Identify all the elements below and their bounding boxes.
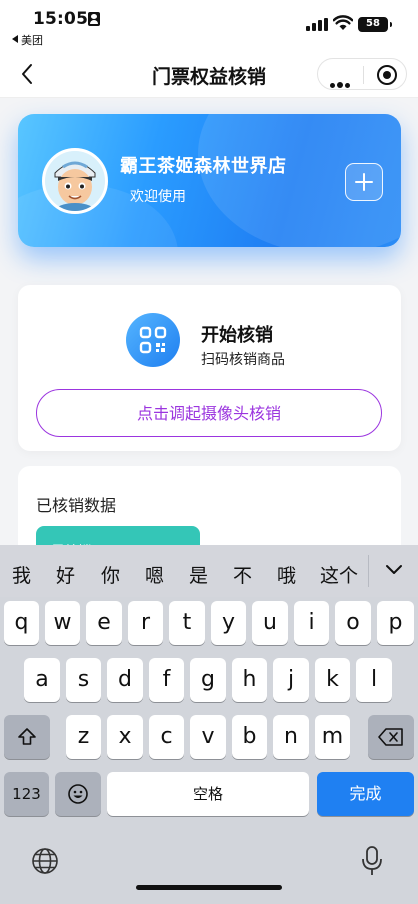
wifi-icon (333, 15, 353, 30)
emoji-icon (68, 784, 88, 804)
qr-code-icon[interactable] (126, 313, 180, 367)
key-y[interactable]: y (211, 601, 246, 645)
key-p[interactable]: p (377, 601, 414, 645)
more-options-icon[interactable] (330, 73, 352, 92)
avatar (42, 148, 108, 214)
back-triangle-icon (12, 35, 18, 43)
key-n[interactable]: n (273, 715, 309, 759)
store-name: 霸王茶姬森林世界店 (120, 156, 287, 177)
candidate-word[interactable]: 嗯 (145, 561, 164, 588)
home-indicator (136, 885, 282, 890)
scan-card: 开始核销 扫码核销商品 点击调起摄像头核销 (18, 285, 401, 451)
key-v[interactable]: v (190, 715, 226, 759)
done-key[interactable]: 完成 (317, 772, 414, 816)
candidate-word[interactable]: 好 (56, 561, 75, 588)
welcome-text: 欢迎使用 (130, 189, 186, 205)
shift-arrow-icon (18, 728, 36, 745)
key-e[interactable]: e (86, 601, 122, 645)
globe-icon[interactable] (30, 846, 60, 876)
key-u[interactable]: u (252, 601, 288, 645)
key-g[interactable]: g (190, 658, 226, 702)
navigation-bar: 门票权益核销 (0, 50, 418, 98)
candidate-word[interactable]: 不 (233, 561, 252, 588)
status-time: 15:05 (33, 9, 89, 29)
candidate-word[interactable]: 哦 (277, 561, 296, 588)
cellular-signal-icon (306, 18, 328, 31)
store-card: 霸王茶姬森林世界店 欢迎使用 (18, 114, 401, 247)
back-to-app-link[interactable]: 美团 (12, 32, 43, 48)
key-t[interactable]: t (169, 601, 205, 645)
key-f[interactable]: f (149, 658, 184, 702)
capsule-divider (363, 66, 364, 84)
key-d[interactable]: d (107, 658, 143, 702)
candidate-word[interactable]: 你 (101, 561, 120, 588)
plus-icon[interactable] (345, 163, 383, 201)
cartoon-avatar-icon (45, 151, 105, 211)
key-a[interactable]: a (24, 658, 60, 702)
candidate-divider (368, 555, 369, 587)
chevron-down-icon[interactable] (382, 557, 406, 581)
key-c[interactable]: c (149, 715, 184, 759)
key-k[interactable]: k (315, 658, 350, 702)
key-s[interactable]: s (66, 658, 101, 702)
close-miniprogram-icon[interactable] (377, 65, 397, 85)
candidate-bar: 我 好 你 嗯 是 不 哦 这个 (0, 545, 418, 597)
candidate-word[interactable]: 我 (12, 561, 31, 588)
person-badge-icon (88, 12, 100, 26)
key-h[interactable]: h (232, 658, 267, 702)
keyboard: 我 好 你 嗯 是 不 哦 这个 q w e r t y u i o p a s… (0, 545, 418, 904)
stats-title: 已核销数据 (36, 496, 117, 515)
key-o[interactable]: o (335, 601, 371, 645)
candidate-word[interactable]: 是 (189, 561, 208, 588)
backspace-icon (378, 728, 403, 746)
scan-subtitle: 扫码核销商品 (201, 352, 285, 368)
key-m[interactable]: m (315, 715, 350, 759)
key-q[interactable]: q (4, 601, 39, 645)
open-camera-button[interactable]: 点击调起摄像头核销 (36, 389, 382, 437)
key-b[interactable]: b (232, 715, 267, 759)
emoji-key[interactable] (55, 772, 101, 816)
key-w[interactable]: w (45, 601, 80, 645)
status-bar: 15:05 美团 58 (0, 0, 418, 50)
battery-icon: 58 (358, 17, 392, 32)
key-r[interactable]: r (128, 601, 163, 645)
back-app-label: 美团 (21, 34, 43, 47)
key-i[interactable]: i (294, 601, 329, 645)
delete-key[interactable] (368, 715, 414, 759)
key-z[interactable]: z (66, 715, 101, 759)
shift-key[interactable] (4, 715, 50, 759)
space-key[interactable]: 空格 (107, 772, 309, 816)
scan-title: 开始核销 (201, 325, 273, 346)
numbers-key[interactable]: 123 (4, 772, 49, 816)
key-j[interactable]: j (273, 658, 309, 702)
key-x[interactable]: x (107, 715, 143, 759)
microphone-icon[interactable] (360, 845, 384, 877)
candidate-word[interactable]: 这个 (320, 561, 358, 588)
key-l[interactable]: l (356, 658, 392, 702)
miniprogram-capsule (317, 58, 407, 90)
